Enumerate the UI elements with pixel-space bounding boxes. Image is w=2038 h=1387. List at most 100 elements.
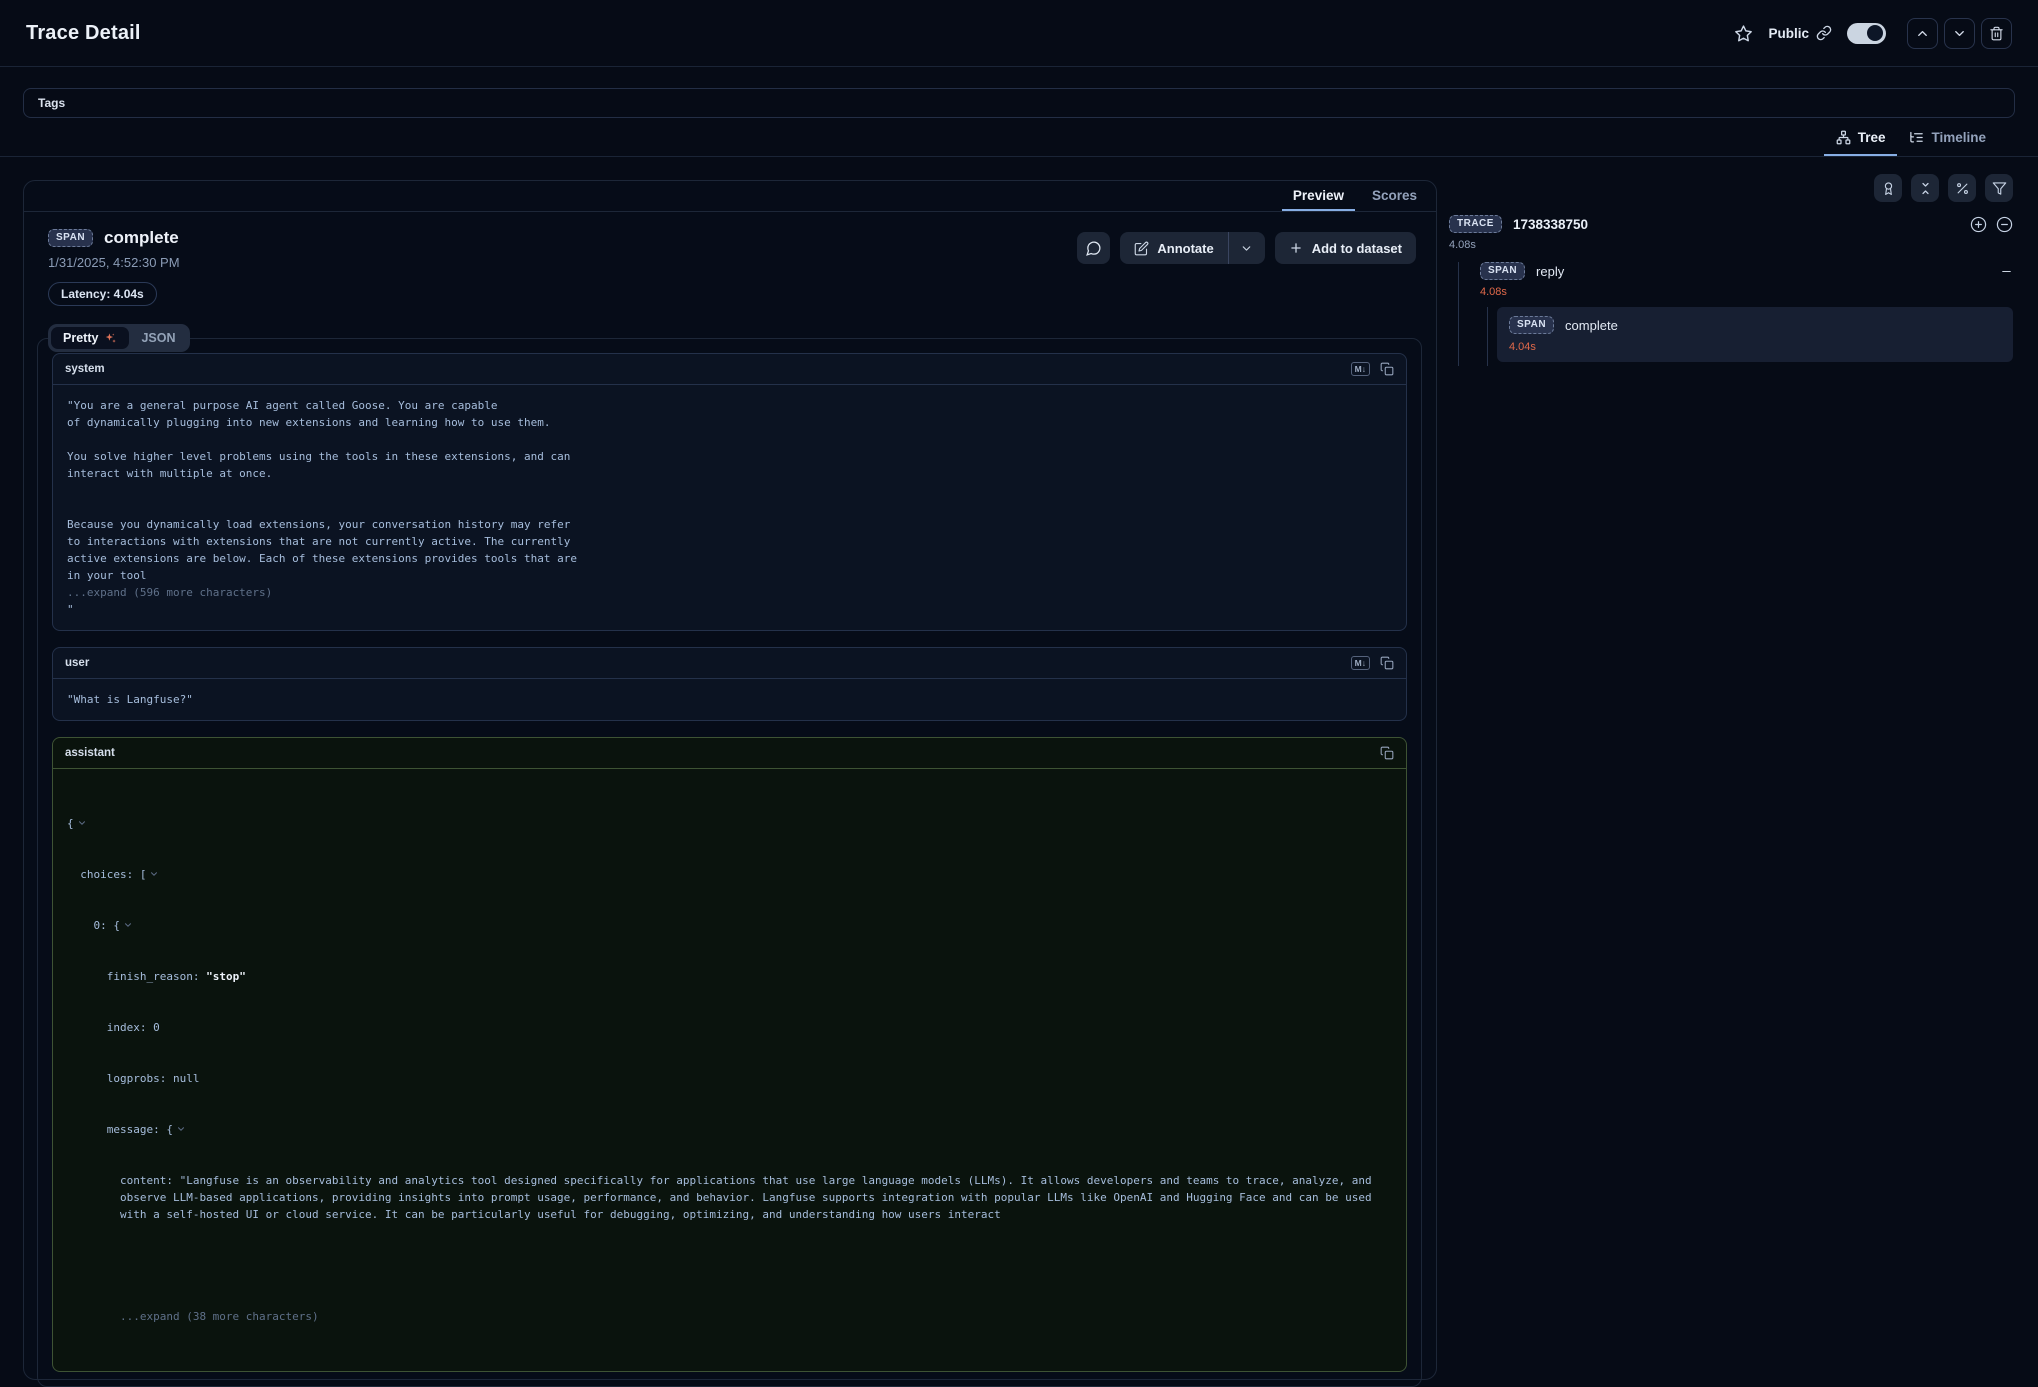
annotate-button[interactable]: Annotate [1120, 232, 1227, 264]
json-text: { [67, 817, 74, 830]
link-icon [1816, 25, 1832, 41]
annotate-label: Annotate [1157, 241, 1213, 256]
toggle-knob [1867, 25, 1883, 41]
edit-icon [1134, 241, 1149, 256]
public-link-group[interactable]: Public [1768, 25, 1832, 41]
message-user: user M↓ "What is Langfuse?" [52, 647, 1407, 721]
tags-label: Tags [38, 96, 65, 110]
span-type-badge: SPAN [48, 229, 93, 247]
trace-tree-panel: TRACE 1738338750 4.08s SPAN reply 4.08s [1449, 174, 2013, 366]
role-label: system [65, 363, 105, 375]
scores-toggle-button[interactable] [1874, 174, 1902, 202]
expand-link[interactable]: ...expand (38 more characters) [67, 1308, 1392, 1325]
format-toggle: Pretty JSON [48, 324, 190, 352]
message-assistant-header: assistant [53, 738, 1406, 769]
message-assistant: assistant { choices: [ 0: { finish_reaso… [52, 737, 1407, 1372]
message-user-header: user M↓ [53, 648, 1406, 679]
json-line: 0: { [67, 917, 1392, 934]
markdown-toggle-icon[interactable]: M↓ [1351, 656, 1370, 670]
collapse-json-icon[interactable] [123, 920, 133, 930]
pretty-label: Pretty [63, 331, 98, 345]
json-text: finish_reason: [67, 970, 206, 983]
expand-link[interactable]: ...expand (596 more characters) [67, 586, 272, 599]
trace-nav-buttons [1907, 18, 2012, 49]
message-system: system M↓ "You are a general purpose AI … [52, 353, 1407, 631]
collapse-json-icon[interactable] [77, 818, 87, 828]
filter-button[interactable] [1985, 174, 2013, 202]
header-actions: Public [1734, 18, 2012, 49]
delete-trace-button[interactable] [1981, 18, 2012, 49]
page-title: Trace Detail [26, 22, 141, 45]
spacer [67, 1257, 1392, 1274]
star-icon[interactable] [1734, 24, 1753, 43]
collapse-node-icon[interactable] [2000, 265, 2013, 278]
copy-icon[interactable] [1380, 746, 1394, 760]
json-value: "stop" [206, 970, 246, 983]
trace-root-row[interactable]: TRACE 1738338750 [1449, 215, 2013, 233]
metrics-toggle-button[interactable] [1948, 174, 1976, 202]
span-row-complete-selected[interactable]: SPAN complete 4.04s [1497, 307, 2013, 362]
span-type-badge: SPAN [1480, 262, 1525, 280]
annotate-button-group: Annotate [1120, 232, 1264, 264]
page-header: Trace Detail Public [0, 0, 2038, 67]
latency-badge: Latency: 4.04s [48, 282, 157, 306]
add-to-dataset-label: Add to dataset [1312, 241, 1402, 256]
tab-scores[interactable]: Scores [1361, 181, 1428, 211]
collapse-all-icon[interactable] [1996, 216, 2013, 233]
markdown-toggle-icon[interactable]: M↓ [1351, 362, 1370, 376]
collapse-json-icon[interactable] [149, 869, 159, 879]
previous-trace-button[interactable] [1907, 18, 1938, 49]
json-line: finish_reason: "stop" [67, 968, 1392, 985]
span-reply-label: SPAN reply [1480, 262, 1564, 280]
observation-name: complete [104, 228, 179, 248]
observation-identity: SPAN complete 1/31/2025, 4:52:30 PM Late… [48, 228, 180, 306]
add-to-dataset-button[interactable]: Add to dataset [1275, 232, 1416, 264]
message-system-header: system M↓ [53, 354, 1406, 385]
message-header-icons: M↓ [1351, 362, 1394, 376]
span-reply-duration: 4.08s [1480, 286, 2013, 298]
span-name: complete [1565, 318, 1618, 333]
copy-icon[interactable] [1380, 362, 1394, 376]
tree-toolbar [1449, 174, 2013, 202]
view-tabs: Tree Timeline [0, 121, 2038, 157]
tab-preview[interactable]: Preview [1282, 181, 1355, 211]
sparkles-icon [104, 332, 117, 345]
message-header-icons: M↓ [1351, 656, 1394, 670]
format-json-option[interactable]: JSON [129, 327, 187, 349]
message-header-icons [1380, 746, 1394, 760]
public-label: Public [1768, 26, 1809, 41]
next-trace-button[interactable] [1944, 18, 1975, 49]
collapse-json-icon[interactable] [176, 1124, 186, 1134]
system-suffix: " [67, 603, 74, 616]
json-line: choices: [ [67, 866, 1392, 883]
annotate-dropdown-button[interactable] [1229, 232, 1265, 264]
tags-bar[interactable]: Tags [23, 88, 2015, 118]
tree-icon [1836, 130, 1851, 145]
json-text: 0: { [67, 919, 120, 932]
copy-icon[interactable] [1380, 656, 1394, 670]
timeline-icon [1909, 130, 1924, 145]
trace-type-badge: TRACE [1449, 215, 1502, 233]
message-system-content: "You are a general purpose AI agent call… [53, 385, 1406, 630]
comment-button[interactable] [1077, 232, 1110, 264]
expand-all-icon[interactable] [1970, 216, 1987, 233]
assistant-content-text: content: "Langfuse is an observability a… [67, 1172, 1392, 1223]
message-user-content: "What is Langfuse?" [53, 679, 1406, 720]
trace-id: 1738338750 [1513, 217, 1588, 232]
tab-timeline[interactable]: Timeline [1897, 121, 1998, 156]
span-complete-label: SPAN complete [1509, 316, 2001, 334]
span-name: reply [1536, 264, 1564, 279]
trace-root-label: TRACE 1738338750 [1449, 215, 1588, 233]
detail-body: SPAN complete 1/31/2025, 4:52:30 PM Late… [24, 212, 1436, 1387]
format-pretty-option[interactable]: Pretty [51, 327, 129, 349]
tab-tree-label: Tree [1858, 130, 1886, 145]
observation-actions: Annotate Add to dataset [1077, 232, 1416, 264]
observation-timestamp: 1/31/2025, 4:52:30 PM [48, 255, 180, 270]
tab-tree[interactable]: Tree [1824, 121, 1898, 156]
collapse-all-button[interactable] [1911, 174, 1939, 202]
observation-badge-row: SPAN complete [48, 228, 180, 248]
json-line: logprobs: null [67, 1070, 1392, 1087]
plus-icon [1289, 241, 1303, 255]
span-row-reply[interactable]: SPAN reply [1480, 262, 2013, 280]
public-toggle[interactable] [1847, 23, 1886, 44]
